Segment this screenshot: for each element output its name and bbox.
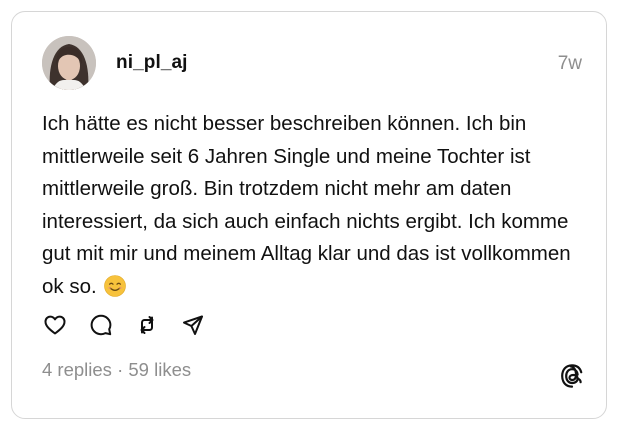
replies-count[interactable]: 4 replies [42, 359, 112, 380]
repost-icon [140, 316, 154, 334]
post-actions [42, 312, 226, 338]
reply-button[interactable] [88, 312, 114, 338]
post-text: Ich hätte es nicht besser beschreiben kö… [42, 108, 592, 303]
post-stats: 4 replies · 59 likes [42, 359, 191, 381]
heart-icon [44, 315, 66, 335]
likes-count[interactable]: 59 likes [128, 359, 191, 380]
post-card: ni_pl_aj 7w Ich hätte es nicht besser be… [11, 11, 607, 419]
threads-logo-icon[interactable] [558, 362, 586, 390]
repost-button[interactable] [134, 312, 160, 338]
comment-icon [90, 314, 112, 336]
avatar[interactable] [42, 36, 96, 90]
share-button[interactable] [180, 312, 206, 338]
avatar-photo [42, 36, 96, 90]
stats-separator: · [117, 359, 124, 380]
post-timestamp: 7w [557, 53, 582, 74]
like-button[interactable] [42, 312, 68, 338]
smiling-face-emoji-icon [104, 274, 127, 297]
username[interactable]: ni_pl_aj [116, 52, 188, 74]
share-icon [183, 315, 203, 335]
post-text-content: Ich hätte es nicht besser beschreiben kö… [42, 112, 571, 298]
